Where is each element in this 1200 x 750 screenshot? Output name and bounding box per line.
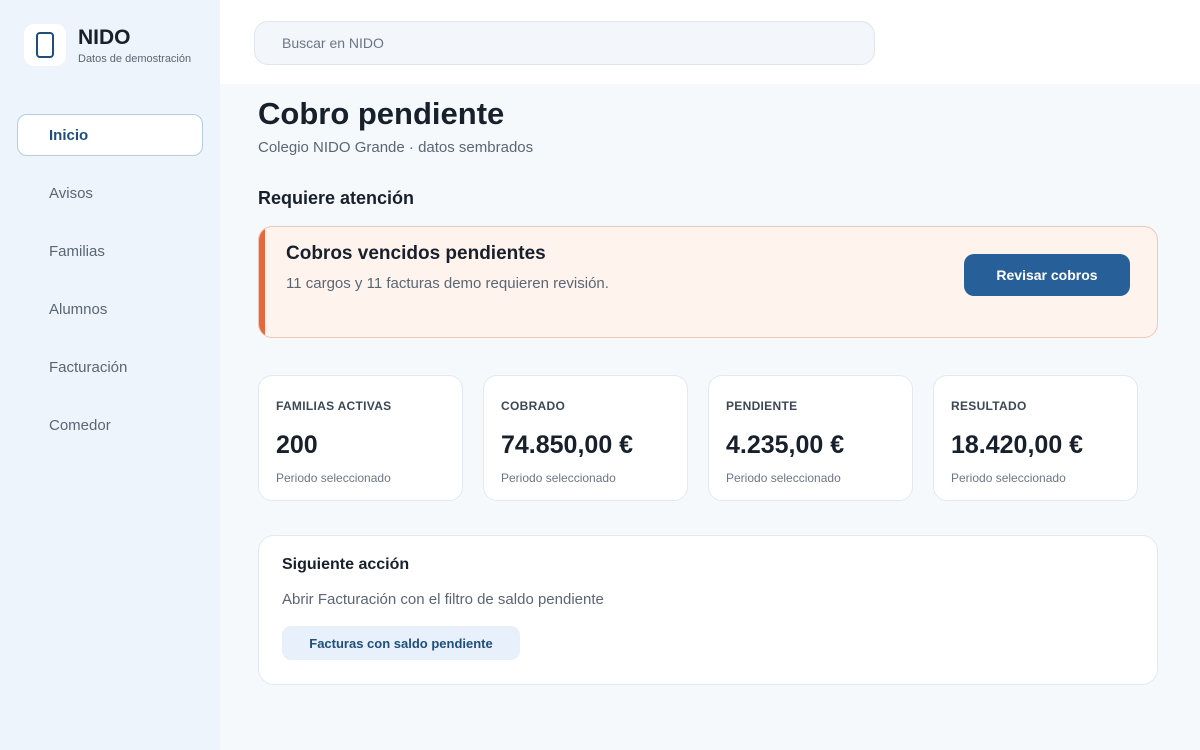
- pending-invoices-button[interactable]: Facturas con saldo pendiente: [282, 626, 520, 660]
- page-subtitle: Colegio NIDO Grande · datos sembrados: [258, 139, 534, 156]
- stat-value: 4.235,00 €: [726, 431, 845, 459]
- next-action-card: Siguiente acción Abrir Facturación con e…: [258, 535, 1158, 685]
- stat-note: Periodo seleccionado: [501, 471, 616, 485]
- stat-card-familias-activas: FAMILIAS ACTIVAS 200 Periodo seleccionad…: [258, 375, 463, 501]
- next-action-text: Abrir Facturación con el filtro de saldo…: [282, 591, 604, 608]
- brand-text: NIDO Datos de demostración: [78, 25, 191, 65]
- brand-subtitle: Datos de demostración: [78, 53, 192, 65]
- stat-label: PENDIENTE: [726, 399, 798, 413]
- stat-label: FAMILIAS ACTIVAS: [276, 399, 392, 413]
- review-charges-button[interactable]: Revisar cobros: [964, 254, 1130, 296]
- sidebar: NIDO Datos de demostración Inicio Avisos…: [0, 0, 220, 750]
- sidebar-nav: Inicio Avisos Familias Alumnos Facturaci…: [17, 114, 203, 462]
- stat-card-resultado: RESULTADO 18.420,00 € Periodo selecciona…: [933, 375, 1138, 501]
- stat-note: Periodo seleccionado: [726, 471, 841, 485]
- stat-note: Periodo seleccionado: [951, 471, 1066, 485]
- next-action-title: Siguiente acción: [282, 556, 410, 573]
- alert-accent-bar: [259, 227, 265, 337]
- stat-value: 74.850,00 €: [501, 431, 634, 459]
- sidebar-item-inicio[interactable]: Inicio: [17, 114, 203, 156]
- alert-title: Cobros vencidos pendientes: [286, 243, 546, 264]
- brand-name: NIDO: [78, 26, 131, 49]
- top-bar: [220, 0, 1200, 84]
- page-title: Cobro pendiente: [258, 96, 505, 131]
- sidebar-item-comedor[interactable]: Comedor: [17, 404, 203, 446]
- brand-logo: [24, 24, 66, 66]
- sidebar-item-avisos[interactable]: Avisos: [17, 172, 203, 214]
- attention-heading: Requiere atención: [258, 188, 415, 208]
- sidebar-item-alumnos[interactable]: Alumnos: [17, 288, 203, 330]
- stat-note: Periodo seleccionado: [276, 471, 391, 485]
- stat-value: 200: [276, 431, 318, 459]
- stat-label: COBRADO: [501, 399, 566, 413]
- stat-value: 18.420,00 €: [951, 431, 1084, 459]
- stat-card-pendiente: PENDIENTE 4.235,00 € Periodo seleccionad…: [708, 375, 913, 501]
- stat-label: RESULTADO: [951, 399, 1027, 413]
- stat-card-cobrado: COBRADO 74.850,00 € Periodo seleccionado: [483, 375, 688, 501]
- alert-text: 11 cargos y 11 facturas demo requieren r…: [286, 275, 609, 292]
- search-input[interactable]: [254, 21, 875, 65]
- brand: NIDO Datos de demostración: [24, 24, 191, 66]
- overdue-alert-card: Cobros vencidos pendientes 11 cargos y 1…: [258, 226, 1158, 338]
- sidebar-item-facturacion[interactable]: Facturación: [17, 346, 203, 388]
- sidebar-item-familias[interactable]: Familias: [17, 230, 203, 272]
- phone-outline-icon: [36, 32, 54, 58]
